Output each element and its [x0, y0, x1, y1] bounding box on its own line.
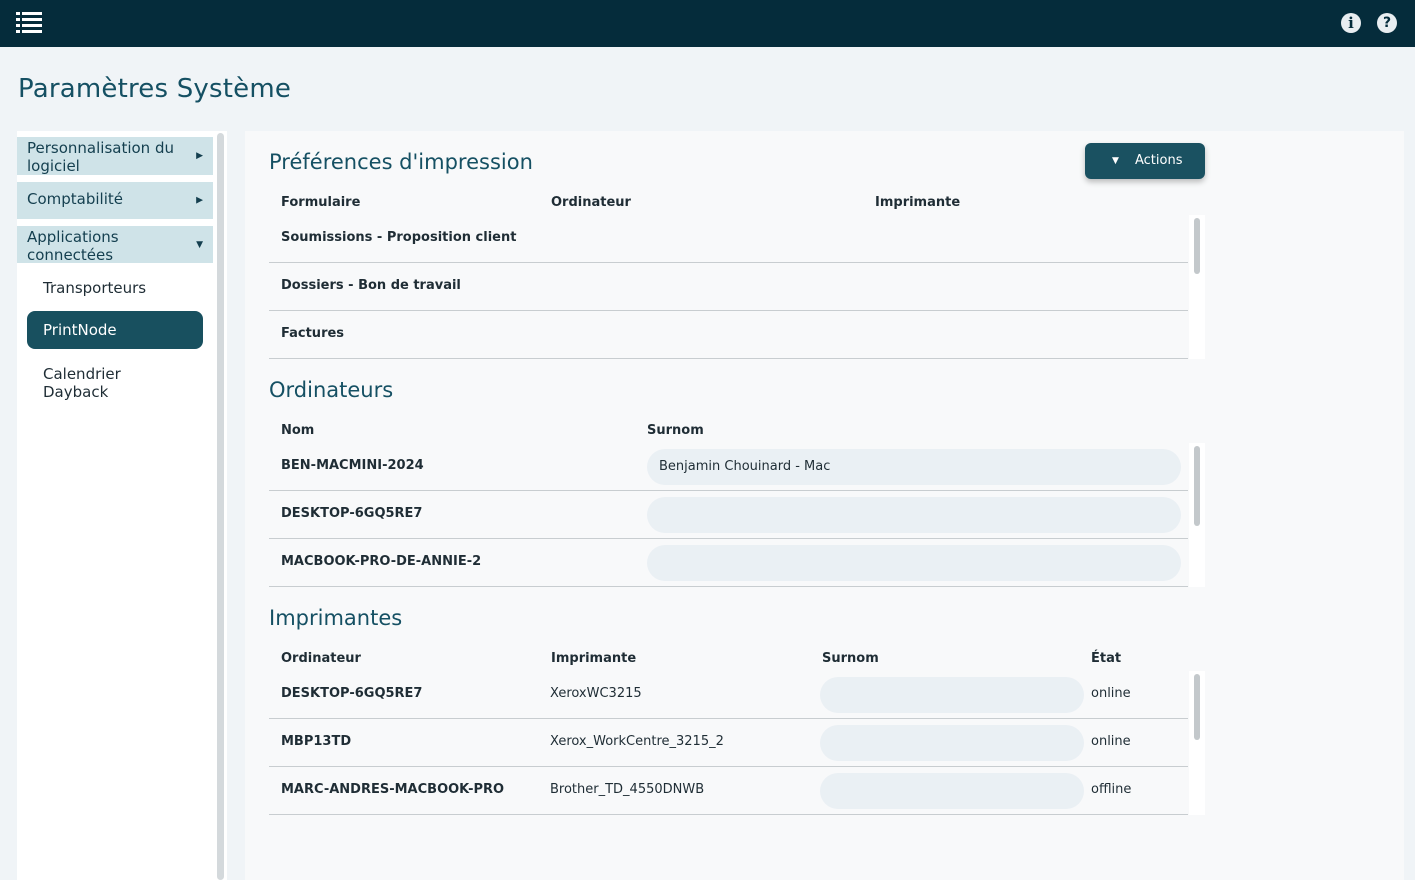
sidebar-item-printnode[interactable]: PrintNode [27, 311, 203, 349]
sidebar-category-label: Comptabilité [27, 190, 123, 208]
nickname-field[interactable] [820, 725, 1084, 761]
table-scrollbar[interactable] [1189, 443, 1205, 587]
column-header: Surnom [647, 423, 704, 438]
sidebar-scrollbar[interactable] [215, 131, 227, 880]
column-header: Imprimante [551, 651, 637, 666]
scrollbar-thumb[interactable] [1194, 446, 1200, 526]
scrollbar-thumb[interactable] [1194, 674, 1200, 740]
printer-computer-cell: MBP13TD [281, 734, 352, 749]
sidebar-item-transporteurs[interactable]: Transporteurs [27, 279, 203, 297]
table-scrollbar[interactable] [1189, 671, 1205, 815]
form-cell: Factures [281, 326, 345, 341]
table-row[interactable]: DESKTOP-6GQ5RE7 [269, 491, 1188, 539]
printer-computer-cell: DESKTOP-6GQ5RE7 [281, 686, 423, 701]
top-bar: i ? [0, 0, 1415, 47]
page-title: Paramètres Système [18, 74, 292, 104]
column-header: Ordinateur [551, 195, 631, 210]
sidebar-category-comptabilite[interactable]: Comptabilité ▶ [17, 182, 213, 219]
computer-name-cell: BEN-MACMINI-2024 [281, 458, 424, 473]
status-cell: online [1091, 686, 1131, 701]
sidebar-item-calendrier-dayback[interactable]: Calendrier Dayback [27, 365, 147, 401]
info-icon[interactable]: i [1341, 13, 1361, 33]
section-title-ordinateurs: Ordinateurs [269, 378, 394, 402]
hamburger-menu-icon[interactable] [16, 12, 42, 34]
scrollbar-thumb[interactable] [1194, 218, 1200, 274]
nickname-field[interactable] [820, 677, 1084, 713]
status-cell: offline [1091, 782, 1132, 797]
table-row[interactable]: Factures [269, 311, 1188, 359]
table-row[interactable]: Soumissions - Proposition client [269, 215, 1188, 263]
column-header: Formulaire [281, 195, 361, 210]
sidebar-category-label: Applications connectées [27, 228, 119, 264]
table-row[interactable]: MBP13TD Xerox_WorkCentre_3215_2 online [269, 719, 1188, 767]
column-header: Nom [281, 423, 315, 438]
column-header: Surnom [822, 651, 879, 666]
computer-name-cell: DESKTOP-6GQ5RE7 [281, 506, 423, 521]
computer-name-cell: MACBOOK-PRO-DE-ANNIE-2 [281, 554, 482, 569]
printers-table: DESKTOP-6GQ5RE7 XeroxWC3215 online MBP13… [269, 671, 1205, 815]
sidebar-category-personnalisation[interactable]: Personnalisation du logiciel ▶ [17, 137, 213, 175]
sidebar: Personnalisation du logiciel ▶ Comptabil… [17, 131, 227, 880]
table-row[interactable]: DESKTOP-6GQ5RE7 XeroxWC3215 online [269, 671, 1188, 719]
chevron-down-icon: ▼ [196, 239, 203, 250]
table-row[interactable]: MARC-ANDRES-MACBOOK-PRO Brother_TD_4550D… [269, 767, 1188, 815]
actions-button[interactable]: ▼ Actions [1085, 143, 1205, 179]
form-cell: Dossiers - Bon de travail [281, 278, 461, 293]
table-row[interactable]: BEN-MACMINI-2024 Benjamin Chouinard - Ma… [269, 443, 1188, 491]
table-row[interactable]: Dossiers - Bon de travail [269, 263, 1188, 311]
sidebar-category-label: Personnalisation du logiciel [27, 139, 174, 175]
nickname-field[interactable] [820, 773, 1084, 809]
table-row[interactable]: MACBOOK-PRO-DE-ANNIE-2 [269, 539, 1188, 587]
column-header: Ordinateur [281, 651, 361, 666]
sidebar-category-applications[interactable]: Applications connectées ▼ [17, 226, 213, 264]
actions-label: Actions [1135, 153, 1183, 168]
column-header: État [1091, 651, 1122, 666]
chevron-right-icon: ▶ [196, 195, 203, 205]
nickname-field[interactable] [647, 497, 1181, 533]
form-cell: Soumissions - Proposition client [281, 230, 517, 245]
nickname-field[interactable]: Benjamin Chouinard - Mac [647, 449, 1181, 485]
chevron-down-icon: ▼ [1112, 156, 1119, 166]
printer-computer-cell: MARC-ANDRES-MACBOOK-PRO [281, 782, 505, 797]
main-panel: Préférences d'impression ▼ Actions Formu… [245, 131, 1404, 880]
printer-name-cell: Brother_TD_4550DNWB [550, 782, 705, 797]
help-icon[interactable]: ? [1377, 13, 1397, 33]
printer-name-cell: Xerox_WorkCentre_3215_2 [550, 734, 724, 749]
chevron-right-icon: ▶ [196, 151, 203, 161]
nickname-field[interactable] [647, 545, 1181, 581]
column-header: Imprimante [875, 195, 961, 210]
computers-table: BEN-MACMINI-2024 Benjamin Chouinard - Ma… [269, 443, 1205, 587]
status-cell: online [1091, 734, 1131, 749]
section-title-preferences: Préférences d'impression [269, 150, 533, 174]
section-title-imprimantes: Imprimantes [269, 606, 403, 630]
table-scrollbar[interactable] [1189, 215, 1205, 359]
printer-name-cell: XeroxWC3215 [550, 686, 642, 701]
preferences-table: Soumissions - Proposition client Dossier… [269, 215, 1205, 359]
scrollbar-thumb[interactable] [217, 133, 224, 880]
